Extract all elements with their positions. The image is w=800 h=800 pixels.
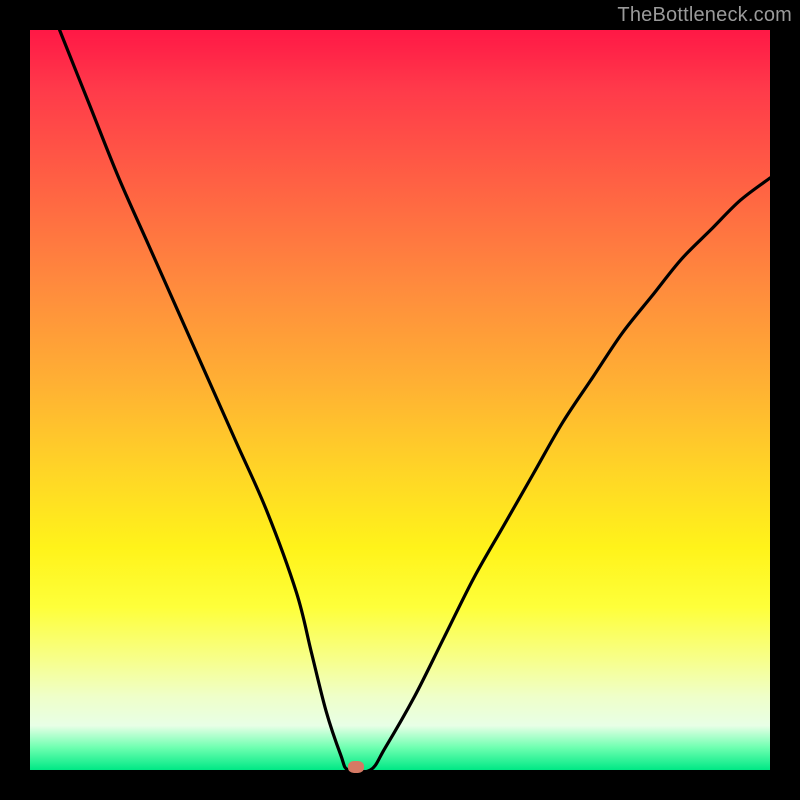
bottleneck-curve [30, 30, 770, 770]
curve-path [60, 30, 770, 772]
minimum-marker [348, 761, 364, 773]
chart-frame: TheBottleneck.com [0, 0, 800, 800]
plot-area [30, 30, 770, 770]
watermark-text: TheBottleneck.com [617, 4, 792, 27]
